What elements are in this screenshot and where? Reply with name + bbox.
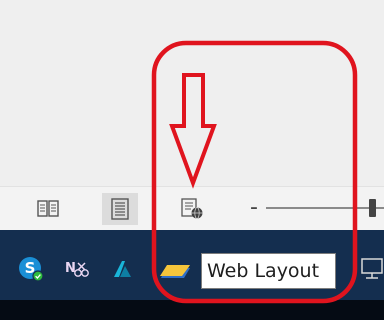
autodesk-icon bbox=[112, 258, 134, 280]
onenote-icon: N bbox=[64, 256, 90, 282]
autodesk-tray-button[interactable] bbox=[108, 254, 138, 284]
taskbar-edge bbox=[0, 300, 384, 320]
zoom-slider-track[interactable] bbox=[266, 207, 384, 209]
document-area bbox=[0, 0, 384, 186]
onenote-tray-button[interactable]: N bbox=[62, 254, 92, 284]
screen: - S N Web Layout bbox=[0, 0, 384, 320]
web-layout-icon bbox=[180, 198, 204, 220]
read-mode-button[interactable] bbox=[30, 193, 66, 225]
folder-tray-button[interactable] bbox=[160, 254, 190, 284]
status-bar: - bbox=[0, 186, 384, 231]
web-layout-button[interactable] bbox=[174, 193, 210, 225]
web-layout-tooltip: Web Layout bbox=[201, 253, 336, 289]
read-mode-icon bbox=[37, 199, 59, 219]
zoom-out-button[interactable]: - bbox=[246, 195, 262, 221]
folder-icon bbox=[158, 256, 192, 282]
print-layout-button[interactable] bbox=[102, 193, 138, 225]
zoom-slider-thumb[interactable] bbox=[369, 199, 376, 217]
network-tray-button[interactable] bbox=[356, 254, 384, 284]
skype-icon: S bbox=[18, 256, 44, 282]
network-icon bbox=[356, 256, 384, 282]
skype-tray-button[interactable]: S bbox=[16, 254, 46, 284]
print-layout-icon bbox=[109, 198, 131, 220]
